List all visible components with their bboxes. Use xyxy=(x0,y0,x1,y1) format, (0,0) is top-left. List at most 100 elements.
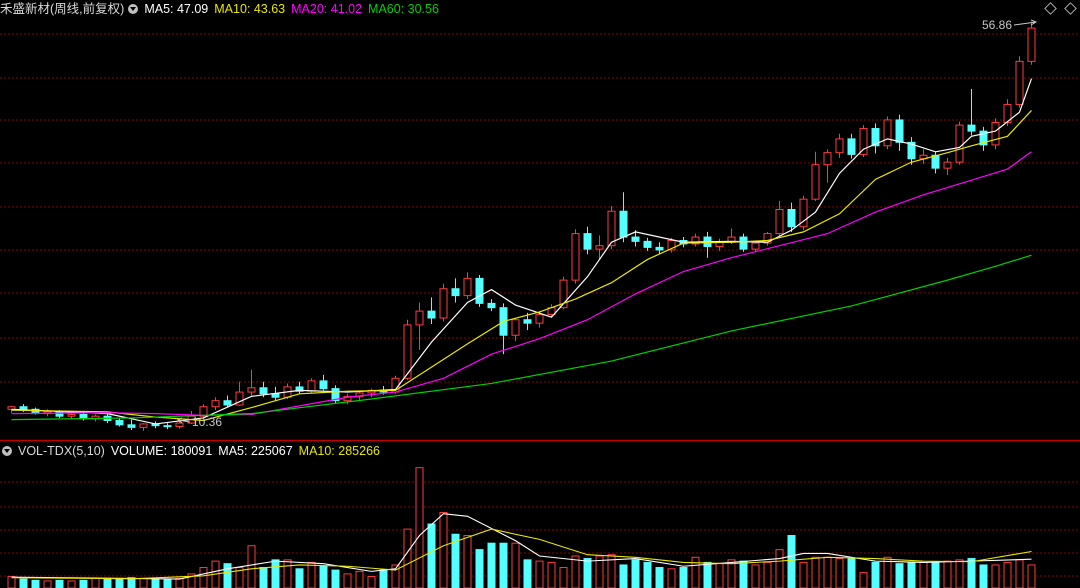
candle-body xyxy=(775,208,784,235)
volume-bar xyxy=(271,559,280,588)
volume-bar xyxy=(967,558,976,588)
volume-bar xyxy=(991,564,1000,588)
candle-body xyxy=(451,288,460,297)
candle-body xyxy=(475,277,484,304)
candle-body xyxy=(967,124,976,132)
volume-ma10-value: MA10: 285266 xyxy=(298,444,380,458)
candle-body xyxy=(259,387,268,395)
volume-bar xyxy=(679,567,688,588)
volume-bar xyxy=(775,549,784,588)
candle-body xyxy=(307,380,316,392)
volume-bar xyxy=(151,578,160,588)
volume-bar xyxy=(439,511,448,588)
candle-body xyxy=(655,246,664,251)
volume-bar xyxy=(547,561,556,588)
candle-body xyxy=(571,233,580,281)
candle-body xyxy=(55,411,64,417)
candle-body xyxy=(607,210,616,247)
candle-body xyxy=(823,152,832,166)
volume-bar xyxy=(367,575,376,588)
ma10-value: MA10: 43.63 xyxy=(214,2,286,16)
volume-bar xyxy=(139,577,148,588)
volume-bar xyxy=(199,567,208,588)
volume-bar xyxy=(499,542,508,588)
volume-menu-icon[interactable] xyxy=(2,446,12,456)
ma60-line xyxy=(11,254,1032,421)
volume-bar xyxy=(19,578,28,588)
volume-bar xyxy=(643,561,652,588)
volume-bar xyxy=(355,570,364,588)
candle-body xyxy=(319,380,328,390)
volume-bar xyxy=(67,580,76,588)
ma10-line xyxy=(11,110,1032,422)
candle-body xyxy=(211,400,220,408)
volume-bar xyxy=(739,560,748,588)
candle-body xyxy=(139,423,148,428)
volume-bar xyxy=(811,556,820,588)
volume-bar xyxy=(895,563,904,588)
volume-bar xyxy=(655,567,664,588)
candle-body xyxy=(223,400,232,406)
candle-body xyxy=(511,319,520,336)
candle-body xyxy=(415,310,424,326)
candle-body xyxy=(943,161,952,169)
volume-bars xyxy=(7,467,1036,588)
volume-bar xyxy=(1003,561,1012,588)
low-price-label: 10.36 xyxy=(192,415,222,429)
candle-body xyxy=(163,425,172,428)
volume-ma5-value: MA5: 225067 xyxy=(218,444,293,458)
volume-bar xyxy=(847,558,856,588)
candle-body xyxy=(463,277,472,297)
volume-bar xyxy=(667,568,676,588)
volume-bar xyxy=(787,535,796,588)
volume-bar xyxy=(979,564,988,588)
volume-bar xyxy=(259,567,268,588)
candle-body xyxy=(895,119,904,143)
volume-indicator-name: VOL-TDX(5,10) xyxy=(18,444,105,458)
candle-body xyxy=(811,164,820,200)
price-annotations: 56.86 10.36 xyxy=(177,18,1038,429)
volume-bar xyxy=(163,579,172,588)
stock-label: 禾盛新材(周线,前复权) xyxy=(0,2,125,16)
volume-bar xyxy=(295,568,304,588)
volume-bar xyxy=(175,577,184,588)
volume-bar xyxy=(43,580,52,588)
volume-bar xyxy=(115,577,124,588)
volume-bar xyxy=(907,561,916,588)
volume-bar xyxy=(763,561,772,588)
volume-bar xyxy=(307,561,316,588)
indicator-menu-icon[interactable] xyxy=(128,4,139,14)
candle-body xyxy=(175,422,184,428)
volume-bar xyxy=(487,542,496,588)
volume-bar xyxy=(535,560,544,588)
high-price-label: 56.86 xyxy=(982,18,1012,32)
candle-body xyxy=(847,138,856,155)
volume-bar xyxy=(955,559,964,588)
candle-body xyxy=(523,319,532,324)
price-panel-header: 禾盛新材(周线,前复权) MA5: 47.09 MA10: 43.63 MA20: 4… xyxy=(0,0,445,18)
volume-bar xyxy=(91,577,100,588)
candle-body xyxy=(271,393,280,398)
volume-bar xyxy=(523,559,532,588)
volume-bar xyxy=(103,577,112,588)
candle-body xyxy=(427,310,436,319)
volume-bar xyxy=(1015,559,1024,588)
kline-chart[interactable]: 56.86 10.36 xyxy=(0,0,1080,588)
volume-bar xyxy=(223,563,232,588)
candle-body xyxy=(991,122,1000,146)
candle-body xyxy=(487,302,496,309)
volume-bar xyxy=(619,564,628,588)
candle-body xyxy=(127,424,136,428)
volume-bar xyxy=(331,569,340,588)
candle-body xyxy=(19,406,28,410)
candle-body xyxy=(643,240,652,248)
volume-bar xyxy=(943,560,952,588)
candle-body xyxy=(859,128,868,155)
volume-bar xyxy=(475,549,484,588)
ma20-value: MA20: 41.02 xyxy=(291,2,363,16)
candle-body xyxy=(955,124,964,163)
volume-bar xyxy=(343,573,352,588)
grid-lines xyxy=(0,33,1080,577)
volume-bar xyxy=(715,563,724,588)
volume-bar xyxy=(415,467,424,588)
